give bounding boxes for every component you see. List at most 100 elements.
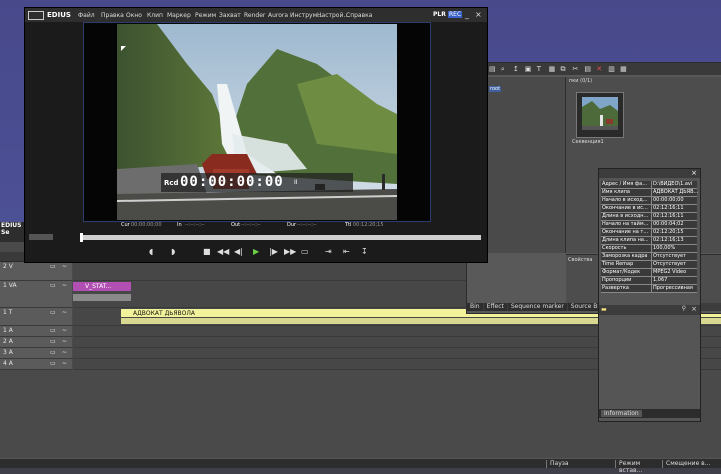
replace-icon[interactable]: ↧ — [361, 247, 368, 256]
info-row: Окончание в ис... 02:12:16;11 — [601, 205, 697, 213]
timecode-suffix: II — [294, 179, 298, 186]
step-back-icon[interactable]: ◀| — [234, 247, 243, 256]
cur-value: 00:00:00;00 — [131, 222, 162, 228]
menu-edit[interactable]: Правка — [101, 12, 124, 19]
track-lock-icon[interactable]: ▭ — [50, 282, 56, 289]
info-row-value: 02:12:16;13 — [651, 237, 699, 244]
stop-icon[interactable]: ■ — [203, 247, 211, 256]
menu-window[interactable]: Окно — [126, 12, 142, 19]
scrub-bar[interactable] — [81, 235, 481, 240]
track-lock-icon[interactable]: ▭ — [50, 263, 56, 270]
video-clip-audio[interactable] — [73, 294, 131, 301]
tab-information[interactable]: Information — [601, 410, 642, 417]
scrub-shuttle[interactable] — [29, 234, 53, 240]
set-in-icon[interactable]: ◖ — [149, 247, 153, 256]
track-header[interactable]: 2 V ▭ ~ — [0, 262, 72, 281]
track-header[interactable]: 1 A ▭ ~ — [0, 326, 72, 337]
overwrite-icon[interactable]: ⇤ — [343, 247, 350, 256]
scrub-handle[interactable] — [80, 233, 83, 242]
bin-title-icon[interactable]: T — [537, 66, 544, 73]
info-close-icon[interactable]: × — [691, 169, 697, 177]
info-row-value: D:\ВИДЕО\1.avi — [651, 181, 699, 188]
bin-cut-icon[interactable]: ✂ — [572, 66, 579, 73]
menu-aurora[interactable]: Aurora — [268, 12, 288, 19]
in-value: --:--:--;-- — [185, 222, 205, 228]
tab-bin[interactable]: Bin — [467, 303, 483, 311]
bin-delete-icon[interactable]: ✕ — [596, 66, 603, 73]
plr-button[interactable]: PLR — [433, 11, 446, 18]
bin-folder-icon[interactable]: ▤ — [489, 66, 496, 73]
bin-copy-icon[interactable]: ⧉ — [561, 66, 568, 73]
track-waveform-icon[interactable]: ~ — [62, 327, 67, 334]
track-lock-icon[interactable]: ▭ — [50, 360, 56, 367]
loop-icon[interactable]: ▭ — [301, 247, 309, 256]
bin-root-folder[interactable]: root — [489, 86, 502, 92]
player-window: EDIUS Файл Правка Окно Клип Маркер Режим… — [24, 7, 488, 263]
menu-marker[interactable]: Маркер — [167, 12, 191, 19]
info-row-value: 02:12:16;11 — [651, 205, 699, 212]
bin-view-icon[interactable]: ▦ — [620, 66, 627, 73]
info-row-key: Развертка — [602, 285, 629, 291]
rec-button[interactable]: REC — [448, 11, 463, 18]
play-icon[interactable]: ▶ — [253, 247, 259, 256]
bin-paste-icon[interactable]: ▤ — [584, 66, 591, 73]
track-waveform-icon[interactable]: ~ — [62, 349, 67, 356]
minimize-icon[interactable]: _ — [465, 10, 469, 19]
info-row-value: Отсутствует — [651, 253, 699, 260]
track-waveform-icon[interactable]: ~ — [62, 263, 67, 270]
video-clip[interactable]: V_STAT... — [73, 282, 131, 291]
bin-up-icon[interactable]: ↥ — [513, 66, 520, 73]
info-row: Начало в исход... 00:00:00;00 — [601, 197, 697, 205]
frame-corner-marker — [121, 46, 126, 51]
menu-mode[interactable]: Режим — [195, 12, 216, 19]
info-row-value: 00:00:00;00 — [651, 197, 699, 204]
bin-clip-name[interactable]: Секвенция1 — [572, 139, 604, 145]
info-subclose-icon[interactable]: × — [691, 305, 697, 313]
menu-file[interactable]: Файл — [78, 12, 95, 19]
info-row: Длина в исходн... 02:12:16;11 — [601, 213, 697, 221]
track-lock-icon[interactable]: ▭ — [50, 327, 56, 334]
track-lock-icon[interactable]: ▭ — [50, 349, 56, 356]
track-label: 3 A — [3, 349, 13, 356]
menu-settings[interactable]: Настрой... — [317, 12, 349, 19]
track-lock-icon[interactable]: ▭ — [50, 309, 56, 316]
track-header[interactable]: 3 A ▭ ~ — [0, 348, 72, 359]
video-frame: Rcd 00:00:00:00 II — [83, 22, 431, 222]
bin-properties-icon[interactable]: ▥ — [608, 66, 615, 73]
set-out-icon[interactable]: ◗ — [171, 247, 175, 256]
close-icon[interactable]: × — [475, 10, 482, 19]
info-row-key: Заморозка кадра — [602, 253, 648, 259]
menu-capture[interactable]: Захват — [219, 12, 241, 19]
track-waveform-icon[interactable]: ~ — [62, 282, 67, 289]
title-clip-label: АДВОКАТ ДЬЯВОЛА — [133, 310, 195, 317]
fast-forward-icon[interactable]: ▶▶ — [284, 247, 296, 256]
track-lock-icon[interactable]: ▭ — [50, 338, 56, 345]
menu-help[interactable]: Справка — [346, 12, 372, 19]
bin-color-icon[interactable]: ▦ — [549, 66, 556, 73]
insert-icon[interactable]: ⇥ — [325, 247, 332, 256]
info-row: Развертка Прогрессивная — [601, 285, 697, 293]
track-header[interactable]: 4 A ▭ ~ — [0, 359, 72, 370]
track-label: 2 V — [3, 263, 13, 270]
info-row: Адрес / Имя фа... D:\ВИДЕО\1.avi — [601, 181, 697, 189]
step-forward-icon[interactable]: |▶ — [269, 247, 278, 256]
menu-render[interactable]: Render — [244, 12, 265, 19]
bin-search-icon[interactable]: ⌕ — [501, 66, 508, 73]
bin-new-folder-icon[interactable]: ▣ — [525, 66, 532, 73]
info-row: Формат/Кодек MPEG2 Video — [601, 269, 697, 277]
info-folder-icon[interactable]: ▬ — [601, 306, 607, 313]
tab-sequence-marker[interactable]: Sequence marker — [507, 303, 567, 311]
info-row-value: АДВОКАТ ДЬЯВ... — [651, 189, 699, 196]
track-waveform-icon[interactable]: ~ — [62, 338, 67, 345]
track-waveform-icon[interactable]: ~ — [62, 360, 67, 367]
menu-clip[interactable]: Клип — [147, 12, 163, 19]
track-header[interactable]: 1 VA ▭ ~ — [0, 281, 72, 308]
track-header[interactable]: 1 T ▭ ~ — [0, 308, 72, 326]
info-pin-icon[interactable]: ⚲ — [682, 305, 686, 312]
rewind-icon[interactable]: ◀◀ — [217, 247, 229, 256]
track-waveform-icon[interactable]: ~ — [62, 309, 67, 316]
app-icon[interactable] — [28, 11, 44, 20]
track-header[interactable]: 2 A ▭ ~ — [0, 337, 72, 348]
tab-effect[interactable]: Effect — [483, 303, 507, 311]
bin-clip-thumbnail[interactable] — [576, 92, 624, 138]
